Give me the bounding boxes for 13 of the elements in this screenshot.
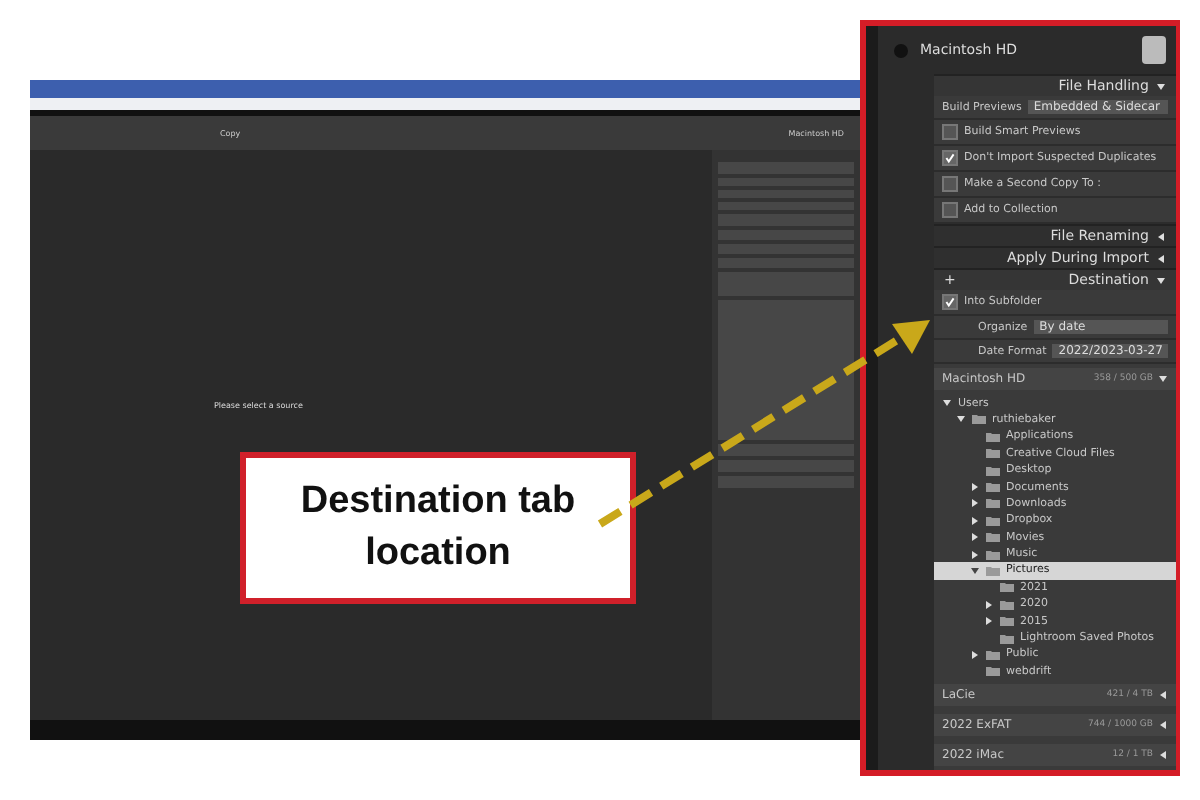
checkbox[interactable]: [942, 124, 958, 141]
disclosure-icon: [1158, 690, 1169, 700]
disclosure-icon: [1158, 750, 1169, 760]
disclosure-icon[interactable]: [970, 649, 980, 660]
checkbox[interactable]: [942, 294, 958, 311]
checkbox[interactable]: [942, 202, 958, 219]
disclosure-icon: [1158, 720, 1169, 730]
checkbox[interactable]: [942, 150, 958, 167]
disclosure-icon: [1158, 374, 1169, 385]
checkbox[interactable]: [942, 176, 958, 193]
disclosure-icon: [1156, 81, 1167, 92]
callout-text: Destination tab location: [298, 478, 578, 578]
drive-icon: [1140, 34, 1169, 67]
